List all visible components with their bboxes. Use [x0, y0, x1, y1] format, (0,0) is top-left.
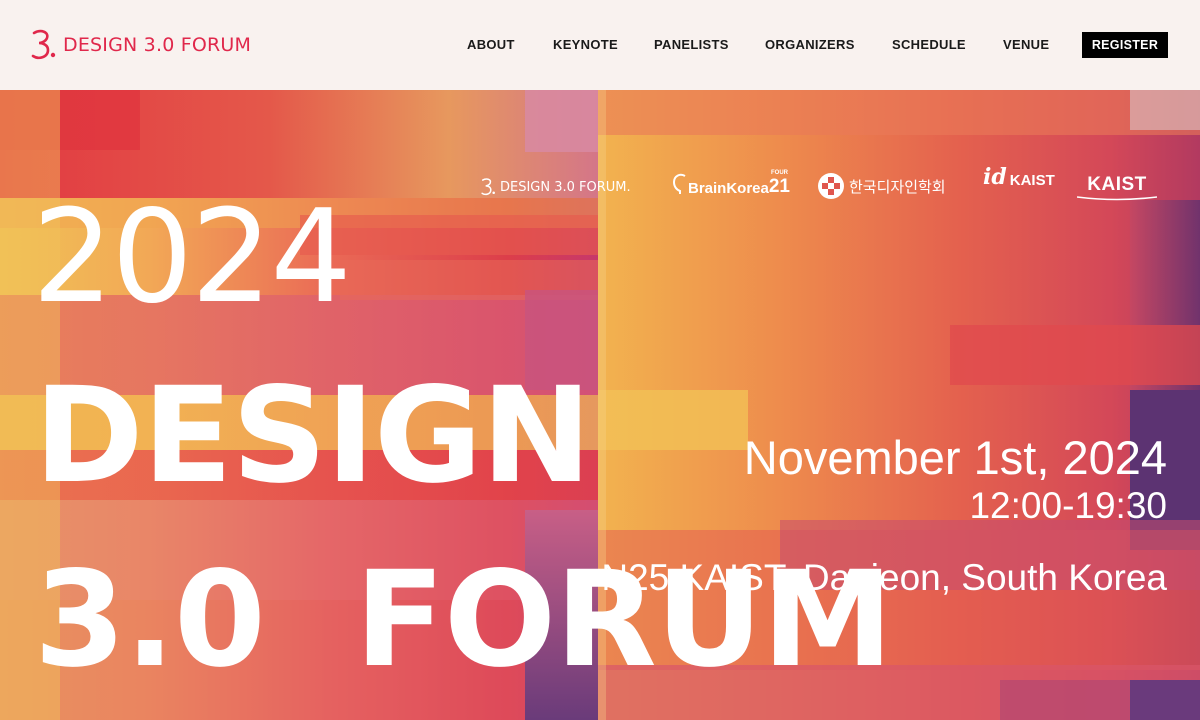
hero-title-forum-text: 3.0 FORUM: [34, 543, 893, 697]
hero-title-design: DESIGN: [34, 359, 592, 513]
hero-banner: DESIGN 3.0 FORUM. BrainKorea 21 FOUR 한국디…: [0, 90, 1200, 720]
brain-icon: [672, 173, 686, 194]
id-mark: id: [983, 164, 1007, 190]
hero-title-forum: 3.0 FORUM: [34, 554, 893, 686]
kaist-logo: KAIST: [1077, 174, 1157, 201]
brainkorea-text: BrainKorea: [688, 179, 769, 197]
nav-panelists[interactable]: PANELISTS: [654, 37, 729, 52]
main-menu: ABOUT KEYNOTE PANELISTS ORGANIZERS SCHED…: [0, 32, 1200, 58]
design-3-0-mark-icon: [481, 178, 495, 196]
top-navigation: DESIGN 3.0 FORUM ABOUT KEYNOTE PANELISTS…: [0, 0, 1200, 90]
design-forum-logo: DESIGN 3.0 FORUM.: [481, 177, 631, 197]
event-time: 12:00-19:30: [969, 485, 1167, 526]
id-kaist-logo: id KAIST: [983, 164, 1055, 190]
kaist-swoosh-icon: [1077, 196, 1157, 201]
korea-design-society-text: 한국디자인학회: [849, 177, 946, 196]
nav-venue[interactable]: VENUE: [1003, 37, 1049, 52]
brainkorea-number: 21: [768, 176, 790, 197]
design-forum-logo-text: DESIGN 3.0 FORUM.: [500, 179, 631, 195]
nav-organizers[interactable]: ORGANIZERS: [765, 37, 855, 52]
nav-keynote[interactable]: KEYNOTE: [553, 37, 618, 52]
nav-schedule[interactable]: SCHEDULE: [892, 37, 966, 52]
kaist-text: KAIST: [1087, 174, 1147, 195]
brainkorea21-logo: BrainKorea 21 FOUR: [672, 170, 790, 198]
society-emblem-icon: [818, 173, 844, 199]
korea-design-society-logo: 한국디자인학회: [817, 172, 946, 200]
nav-about[interactable]: ABOUT: [467, 37, 515, 52]
hero-title-year: 2024: [32, 183, 352, 332]
register-button[interactable]: REGISTER: [1082, 32, 1168, 58]
event-date: November 1st, 2024: [743, 431, 1167, 484]
id-kaist-text: KAIST: [1009, 171, 1055, 189]
brainkorea-superscript: FOUR: [771, 170, 788, 176]
